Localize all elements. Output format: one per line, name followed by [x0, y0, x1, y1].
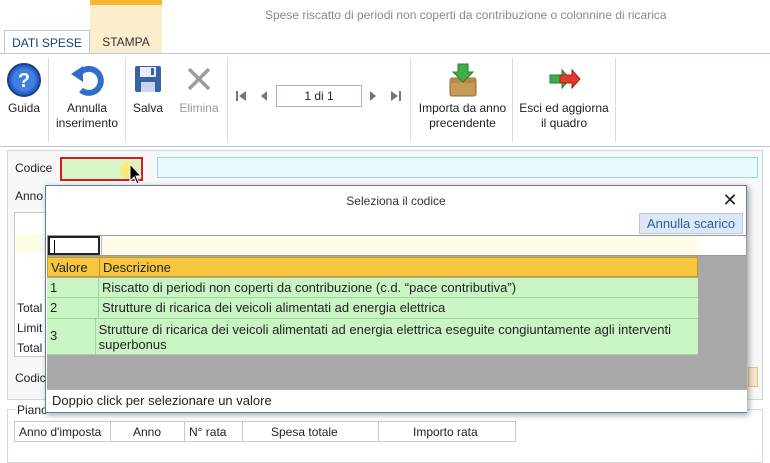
- limit-label: Limit: [17, 321, 43, 335]
- column-header: Spesa totale: [243, 422, 379, 441]
- code-row-1[interactable]: 1 Riscatto di periodi non coperti da con…: [47, 278, 698, 298]
- annulla-scarico-button[interactable]: Annulla scarico: [639, 213, 743, 234]
- last-record-icon[interactable]: [390, 89, 402, 106]
- valore-filter-input[interactable]: [48, 236, 100, 255]
- first-record-icon[interactable]: [235, 89, 247, 106]
- separator: [227, 58, 228, 142]
- valore-column-header: Valore: [48, 258, 100, 276]
- undo-icon: [69, 62, 105, 98]
- column-header: Anno: [111, 422, 185, 441]
- total-label-2: Total: [17, 341, 43, 355]
- title-bar: Spese riscatto di periodi non coperti da…: [0, 0, 770, 53]
- column-header: Importo rata: [413, 425, 478, 439]
- next-record-icon[interactable]: [368, 89, 378, 106]
- close-icon[interactable]: ✕: [720, 190, 740, 210]
- code-row-3[interactable]: 3 Strutture di ricarica dei veicoli alim…: [47, 319, 698, 355]
- esci-aggiorna-quadro-button[interactable]: Esci ed aggiorna il quadro: [517, 54, 611, 131]
- svg-text:?: ?: [18, 70, 30, 92]
- exit-arrow-icon: [546, 62, 582, 98]
- codes-grid: Valore Descrizione 1 Riscatto di periodi…: [47, 256, 747, 389]
- importa-anno-precedente-button[interactable]: Importa da anno precendente: [415, 54, 510, 131]
- descrizione-filter-input[interactable]: [101, 236, 698, 255]
- annulla-inserimento-button[interactable]: Annulla inserimento: [52, 54, 122, 131]
- separator: [125, 58, 126, 142]
- spese-table-left: [14, 212, 46, 357]
- seleziona-codice-dialog: Seleziona il codice ✕ Annulla scarico Va…: [45, 185, 747, 413]
- previous-record-icon[interactable]: [259, 89, 269, 106]
- anno-label: Anno: [15, 189, 44, 203]
- dialog-title: Seleziona il codice: [346, 194, 446, 208]
- separator: [410, 58, 411, 142]
- separator: [615, 58, 616, 142]
- right-field-edge: [748, 367, 758, 387]
- separator: [512, 58, 513, 142]
- codice-label: Codice: [15, 161, 53, 175]
- elimina-button[interactable]: Elimina: [176, 54, 222, 116]
- tab-dati-spese[interactable]: DATI SPESE: [4, 30, 90, 53]
- delete-icon: [184, 64, 214, 94]
- help-icon: ?: [6, 62, 42, 98]
- column-header: N° rata: [185, 422, 243, 441]
- total-label: Total: [17, 301, 43, 315]
- tab-stampa[interactable]: STAMPA: [90, 30, 162, 53]
- descrizione-field[interactable]: [157, 157, 758, 178]
- dialog-status-text: Doppio click per selezionare un valore: [47, 389, 747, 412]
- window-title: Spese riscatto di periodi non coperti da…: [265, 8, 667, 22]
- separator: [48, 58, 49, 142]
- piano-table-header: Anno d'imposta Anno N° rata Spesa totale…: [14, 421, 516, 442]
- ribbon-toolbar: ? Guida Annulla inserimento Salva Elimin…: [0, 53, 770, 147]
- guida-button[interactable]: ? Guida: [4, 54, 44, 116]
- column-header: Anno d'imposta: [15, 422, 111, 441]
- grid-header: Valore Descrizione: [47, 257, 698, 277]
- salva-button[interactable]: Salva: [130, 54, 166, 116]
- save-icon: [133, 64, 163, 94]
- code-row-2[interactable]: 2 Strutture di ricarica dei veicoli alim…: [47, 298, 698, 319]
- filter-row: [47, 235, 747, 256]
- codice-label-2: Codic: [15, 371, 46, 385]
- import-icon: [445, 62, 481, 98]
- record-position-field[interactable]: 1 di 1: [276, 85, 362, 107]
- descrizione-column-header: Descrizione: [103, 260, 171, 275]
